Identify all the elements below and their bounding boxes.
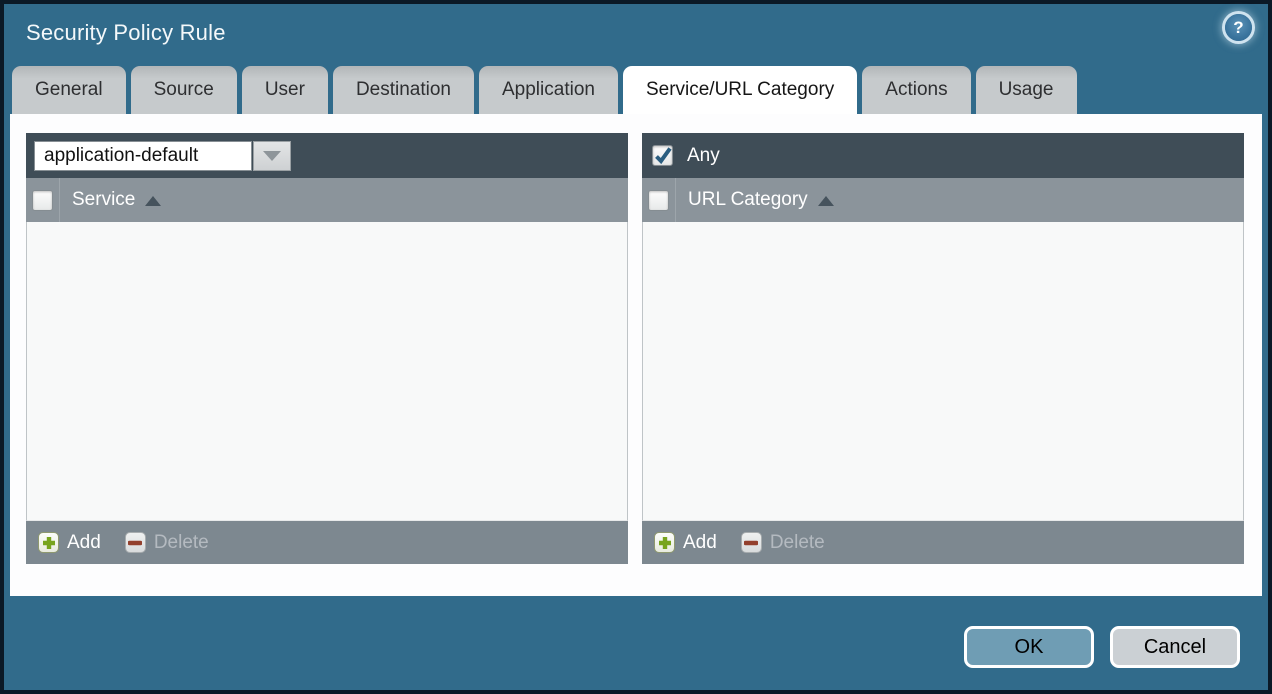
add-plus-icon xyxy=(654,532,675,553)
add-button-label: Add xyxy=(67,532,101,554)
service-footer: Add Delete xyxy=(26,521,628,564)
service-type-dropdown-button[interactable] xyxy=(253,141,291,171)
add-button-label: Add xyxy=(683,532,717,554)
delete-minus-icon xyxy=(741,532,762,553)
tab-general[interactable]: General xyxy=(12,66,126,114)
delete-button-label: Delete xyxy=(770,532,825,554)
service-column: Service Add xyxy=(26,133,628,564)
tab-user[interactable]: User xyxy=(242,66,328,114)
service-list[interactable] xyxy=(26,222,628,521)
tab-service-url-category[interactable]: Service/URL Category xyxy=(623,66,857,114)
tab-usage[interactable]: Usage xyxy=(976,66,1077,114)
tab-content-panel: Service Add xyxy=(10,114,1262,596)
service-toolbar xyxy=(26,133,628,178)
add-plus-icon xyxy=(38,532,59,553)
delete-minus-icon xyxy=(125,532,146,553)
chevron-down-icon xyxy=(263,151,281,161)
ok-button[interactable]: OK xyxy=(964,626,1094,668)
tab-actions[interactable]: Actions xyxy=(862,66,970,114)
url-category-column-header[interactable]: URL Category xyxy=(688,189,808,211)
url-category-list[interactable] xyxy=(642,222,1244,521)
tab-source[interactable]: Source xyxy=(131,66,237,114)
url-category-delete-button[interactable]: Delete xyxy=(741,532,825,554)
tab-application[interactable]: Application xyxy=(479,66,618,114)
help-icon[interactable]: ? xyxy=(1225,14,1252,41)
sort-ascending-icon[interactable] xyxy=(145,196,161,206)
url-category-select-all-checkbox[interactable] xyxy=(648,190,669,211)
security-policy-rule-dialog: Security Policy Rule ? General Source Us… xyxy=(0,0,1272,694)
url-category-column: Any URL Category xyxy=(642,133,1244,564)
tab-strip: General Source User Destination Applicat… xyxy=(12,66,1077,114)
service-add-button[interactable]: Add xyxy=(38,532,101,554)
service-type-input[interactable] xyxy=(34,141,252,171)
service-column-header[interactable]: Service xyxy=(72,189,135,211)
url-category-toolbar: Any xyxy=(642,133,1244,178)
tab-destination[interactable]: Destination xyxy=(333,66,474,114)
cancel-button[interactable]: Cancel xyxy=(1110,626,1240,668)
sort-ascending-icon[interactable] xyxy=(818,196,834,206)
dialog-title: Security Policy Rule xyxy=(26,20,226,46)
service-delete-button[interactable]: Delete xyxy=(125,532,209,554)
dialog-titlebar: Security Policy Rule ? xyxy=(4,4,1268,66)
any-checkbox-label: Any xyxy=(687,145,720,167)
url-category-add-button[interactable]: Add xyxy=(654,532,717,554)
service-select-all-checkbox[interactable] xyxy=(32,190,53,211)
service-type-combobox xyxy=(34,141,291,171)
dialog-buttons: OK Cancel xyxy=(964,626,1240,668)
delete-button-label: Delete xyxy=(154,532,209,554)
url-category-table-header: URL Category xyxy=(642,178,1244,222)
any-checkbox[interactable] xyxy=(652,145,673,166)
service-table-header: Service xyxy=(26,178,628,222)
url-category-footer: Add Delete xyxy=(642,521,1244,564)
